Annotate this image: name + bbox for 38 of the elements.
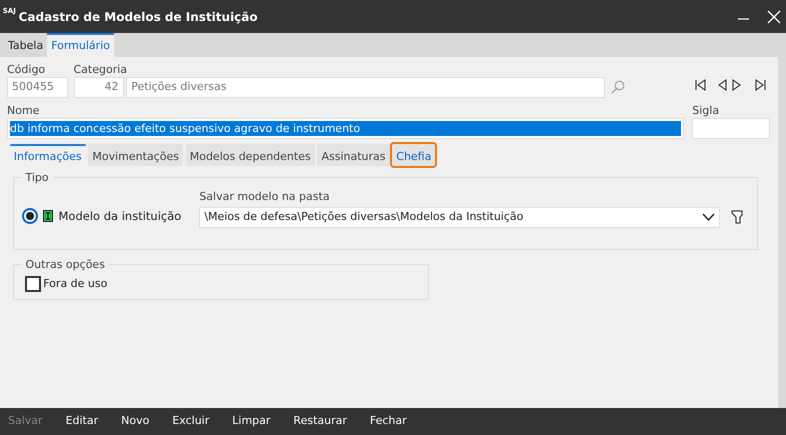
group-title: Tipo (22, 170, 53, 186)
chevron-down-icon[interactable] (702, 213, 716, 222)
toolbar-button[interactable]: Novo (121, 413, 150, 430)
section-tab[interactable]: Chefia (392, 144, 436, 166)
view-tab[interactable]: Formulário (47, 32, 114, 57)
previous-record-icon[interactable] (716, 79, 726, 91)
name-field[interactable]: db informa concessão efeito suspensivo agravo de instrumento (7, 118, 684, 138)
radio-button[interactable] (22, 208, 38, 224)
field-label: Salvar modelo na pasta (199, 190, 331, 204)
code-field[interactable]: 500455 (7, 77, 68, 98)
checkbox[interactable] (24, 276, 40, 292)
section-tab[interactable]: Movimentações (88, 144, 183, 166)
toolbar-button[interactable]: Excluir (172, 413, 210, 430)
group-title: Outras opções (22, 257, 109, 274)
toolbar-button[interactable]: Editar (66, 413, 98, 430)
model-icon (43, 210, 53, 222)
abbreviation-field[interactable] (692, 118, 770, 138)
folder-picker-icon[interactable] (731, 210, 744, 224)
close-icon[interactable] (766, 10, 780, 24)
field-label: Categoria (74, 63, 128, 77)
field-label: Sigla (692, 104, 720, 118)
section-tab[interactable]: Assinaturas (317, 144, 390, 166)
field-label: Código (7, 63, 46, 77)
next-record-icon[interactable] (732, 79, 742, 91)
toolbar-button[interactable]: Limpar (232, 413, 270, 430)
toolbar-button[interactable]: Restaurar (293, 413, 347, 430)
category-number-field[interactable]: 42 (74, 77, 124, 98)
first-record-icon[interactable] (695, 79, 707, 91)
toolbar-button[interactable]: Fechar (370, 413, 407, 430)
radio-label: Modelo da instituição (58, 208, 182, 225)
window-title: Cadastro de Modelos de Instituição (18, 8, 258, 26)
checkbox-label: Fora de uso (43, 276, 108, 292)
category-name-field[interactable]: Petições diversas (126, 77, 606, 98)
dropdown-value: \Meios de defesa\Petições diversas\Modelos da Instituição (204, 209, 524, 225)
folder-dropdown[interactable]: \Meios de defesa\Petições diversas\Modelos da Instituição (199, 206, 720, 228)
field-label: Nome (7, 104, 40, 118)
section-tab[interactable]: Modelos dependentes (186, 144, 315, 166)
last-record-icon[interactable] (754, 79, 766, 91)
